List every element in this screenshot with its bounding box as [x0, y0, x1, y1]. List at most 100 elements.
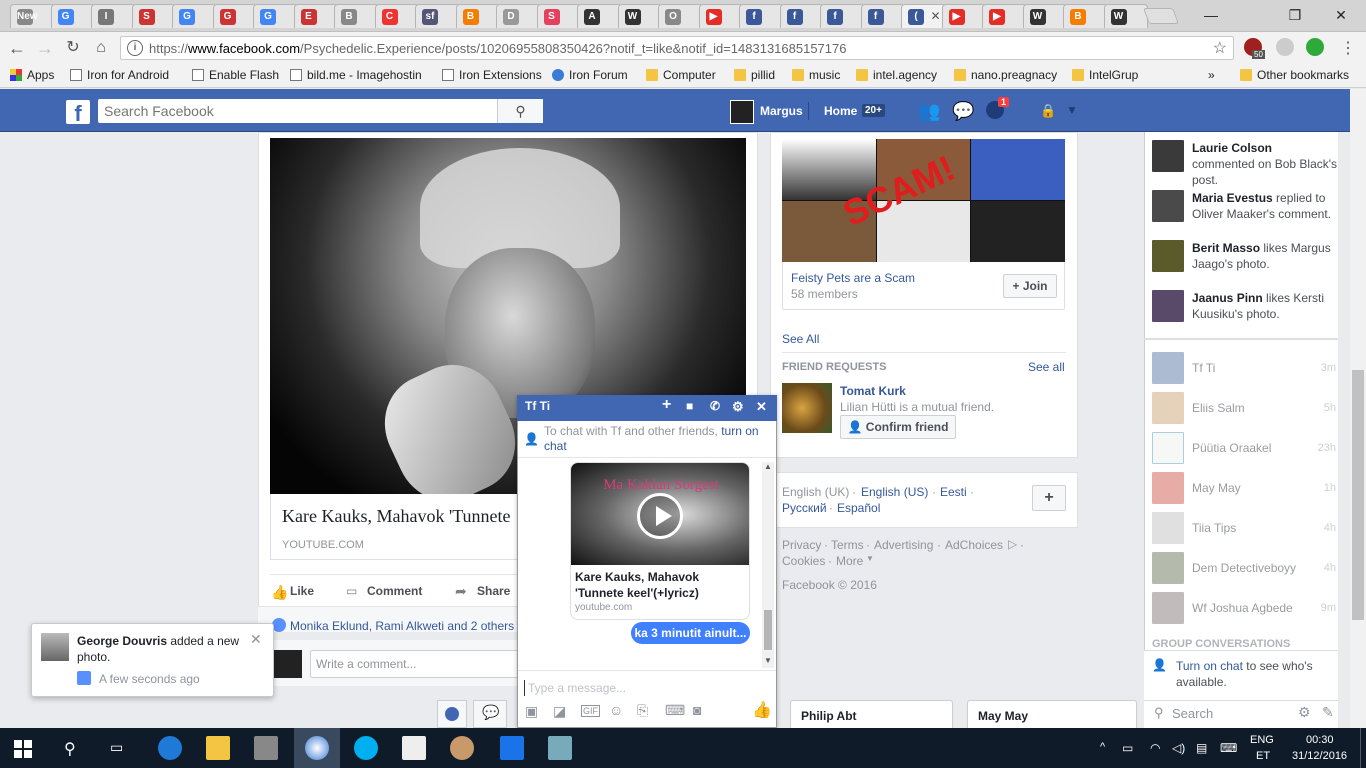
show-hidden-icons[interactable]: ^: [1100, 741, 1105, 753]
browser-tab[interactable]: S: [536, 4, 581, 28]
user-name-link[interactable]: Margus: [760, 104, 803, 118]
browser-tab[interactable]: W: [1103, 4, 1148, 28]
minimize-icon[interactable]: —: [1196, 4, 1226, 26]
friend-requests-icon[interactable]: 👥: [918, 101, 940, 122]
browser-tab[interactable]: O: [658, 4, 703, 28]
browser-tab[interactable]: G: [172, 4, 217, 28]
bookmark-folder[interactable]: Computer: [646, 68, 716, 82]
chat-contact[interactable]: Tiia Tips 4h: [1152, 512, 1338, 544]
sticker-icon[interactable]: ◪: [553, 703, 566, 720]
friend-request-avatar[interactable]: [782, 383, 832, 433]
bookmark-other[interactable]: Other bookmarks: [1240, 68, 1349, 82]
lang-espanol[interactable]: Español: [837, 501, 880, 515]
bookmark-item[interactable]: Iron Extensions: [442, 68, 542, 82]
game-icon[interactable]: ⌨: [665, 702, 685, 719]
comment-button[interactable]: Comment: [367, 584, 422, 598]
camera-icon[interactable]: ◙: [693, 702, 701, 718]
scroll-down-icon[interactable]: ▼: [764, 656, 772, 665]
lang-eesti[interactable]: Eesti: [940, 485, 967, 499]
voice-call-icon[interactable]: ✆: [710, 399, 720, 413]
battery-icon[interactable]: ▭: [1122, 741, 1133, 755]
photo-icon[interactable]: ▣: [525, 703, 538, 720]
page-scrollbar-thumb[interactable]: [1352, 370, 1364, 620]
close-icon[interactable]: ✕: [756, 399, 767, 415]
browser-tab[interactable]: ▶: [982, 4, 1027, 28]
search-icon[interactable]: ⚲: [64, 739, 76, 759]
browser-tab[interactable]: B: [1063, 4, 1108, 28]
camera-app-icon[interactable]: [402, 736, 426, 760]
browser-tab[interactable]: W: [617, 4, 662, 28]
bookmarks-overflow[interactable]: »: [1208, 68, 1215, 82]
reactions-text[interactable]: Monika Eklund, Rami Alkweti and 2 others: [290, 619, 514, 633]
ticker-avatar[interactable]: [1152, 240, 1184, 272]
ticker-item[interactable]: Maria Evestus replied to Oliver Maaker's…: [1192, 190, 1338, 222]
clock-time[interactable]: 00:30: [1306, 734, 1334, 746]
add-people-icon[interactable]: +: [662, 396, 671, 414]
browser-tab[interactable]: f: [779, 4, 824, 28]
facebook-logo-icon[interactable]: f: [66, 100, 90, 126]
docked-chat-tab[interactable]: Philip Abt: [790, 700, 953, 728]
browser-tab[interactable]: f: [820, 4, 865, 28]
chat-search-input[interactable]: Search: [1172, 706, 1213, 721]
share-button[interactable]: Share: [477, 584, 510, 598]
chat-contact[interactable]: Tf Ti 3m: [1152, 352, 1338, 384]
forward-icon[interactable]: →: [34, 37, 56, 59]
footer-terms[interactable]: Terms: [831, 538, 864, 552]
account-menu-icon[interactable]: ▼: [1066, 103, 1078, 117]
volume-icon[interactable]: ◁): [1172, 741, 1185, 755]
user-avatar[interactable]: [730, 100, 754, 124]
ticker-item[interactable]: Berit Masso likes Margus Jaago's photo.: [1192, 240, 1338, 272]
attach-icon[interactable]: ⎘: [637, 702, 648, 719]
friend-request-name[interactable]: Tomat Kurk: [840, 384, 906, 398]
close-icon[interactable]: ✕: [250, 631, 262, 648]
browser-tab[interactable]: B: [334, 4, 379, 28]
bookmark-folder[interactable]: IntelGrup: [1072, 68, 1138, 82]
chat-contact[interactable]: May May 1h: [1152, 472, 1338, 504]
docked-chat-tab[interactable]: May May: [967, 700, 1137, 728]
chat-contact[interactable]: Püütia Oraakel 23h: [1152, 432, 1338, 464]
url-text[interactable]: https://www.facebook.com/Psychedelic.Exp…: [149, 41, 846, 56]
bookmark-item[interactable]: Iron for Android: [70, 68, 169, 82]
address-bar[interactable]: i https://www.facebook.com/Psychedelic.E…: [120, 36, 1234, 60]
home-link[interactable]: Home: [824, 104, 857, 118]
input-language[interactable]: ENG: [1250, 734, 1274, 746]
docked-globe-tab[interactable]: [437, 700, 467, 728]
bookmark-apps[interactable]: Apps: [10, 68, 54, 82]
chat-contact[interactable]: Wf Joshua Agbede 9m: [1152, 592, 1338, 624]
thumbs-up-icon[interactable]: 👍: [752, 700, 772, 720]
ticker-divider[interactable]: [1144, 338, 1338, 340]
notepad-icon[interactable]: [548, 736, 572, 760]
browser-tab[interactable]: I: [91, 4, 136, 28]
ticker-item[interactable]: Laurie Colson commented on Bob Black's p…: [1192, 140, 1338, 188]
bookmark-folder[interactable]: music: [792, 68, 840, 82]
bookmark-folder[interactable]: pillid: [734, 68, 775, 82]
lang-english-us[interactable]: English (US): [861, 485, 928, 499]
compose-icon[interactable]: ✎: [1322, 704, 1334, 721]
info-icon[interactable]: i: [127, 40, 143, 56]
chat-contact[interactable]: Dem Detectiveboyy 4h: [1152, 552, 1338, 584]
footer-advertising[interactable]: Advertising: [874, 538, 933, 552]
ticker-avatar[interactable]: [1152, 190, 1184, 222]
join-group-button[interactable]: + Join: [1003, 274, 1057, 298]
close-window-icon[interactable]: ✕: [1326, 4, 1356, 26]
browser-tab[interactable]: f: [860, 4, 905, 28]
bookmark-star-icon[interactable]: ☆: [1213, 38, 1227, 58]
gear-icon[interactable]: ⚙: [1298, 704, 1311, 721]
action-center-icon[interactable]: ▤: [1196, 741, 1207, 755]
emoji-icon[interactable]: ☺: [609, 702, 623, 718]
bookmark-item[interactable]: Iron Forum: [552, 68, 628, 82]
home-icon[interactable]: ⌂: [90, 37, 112, 59]
browser-tab[interactable]: f: [739, 4, 784, 28]
chat-scrollbar-thumb[interactable]: [764, 610, 772, 650]
reload-icon[interactable]: ↻: [62, 37, 84, 59]
confirm-friend-button[interactable]: 👤 Confirm friend: [840, 415, 956, 439]
scroll-up-icon[interactable]: ▲: [764, 462, 772, 471]
task-view-icon[interactable]: ▭: [110, 739, 123, 756]
browser-tab[interactable]: ▶: [698, 4, 743, 28]
video-call-icon[interactable]: ■: [686, 399, 693, 413]
back-icon[interactable]: ←: [6, 37, 28, 59]
menu-icon[interactable]: ⋮: [1340, 38, 1356, 58]
turn-on-chat-link[interactable]: Turn on chat: [1176, 659, 1243, 673]
bookmark-folder[interactable]: intel.agency: [856, 68, 937, 82]
edge-icon[interactable]: [158, 736, 182, 760]
